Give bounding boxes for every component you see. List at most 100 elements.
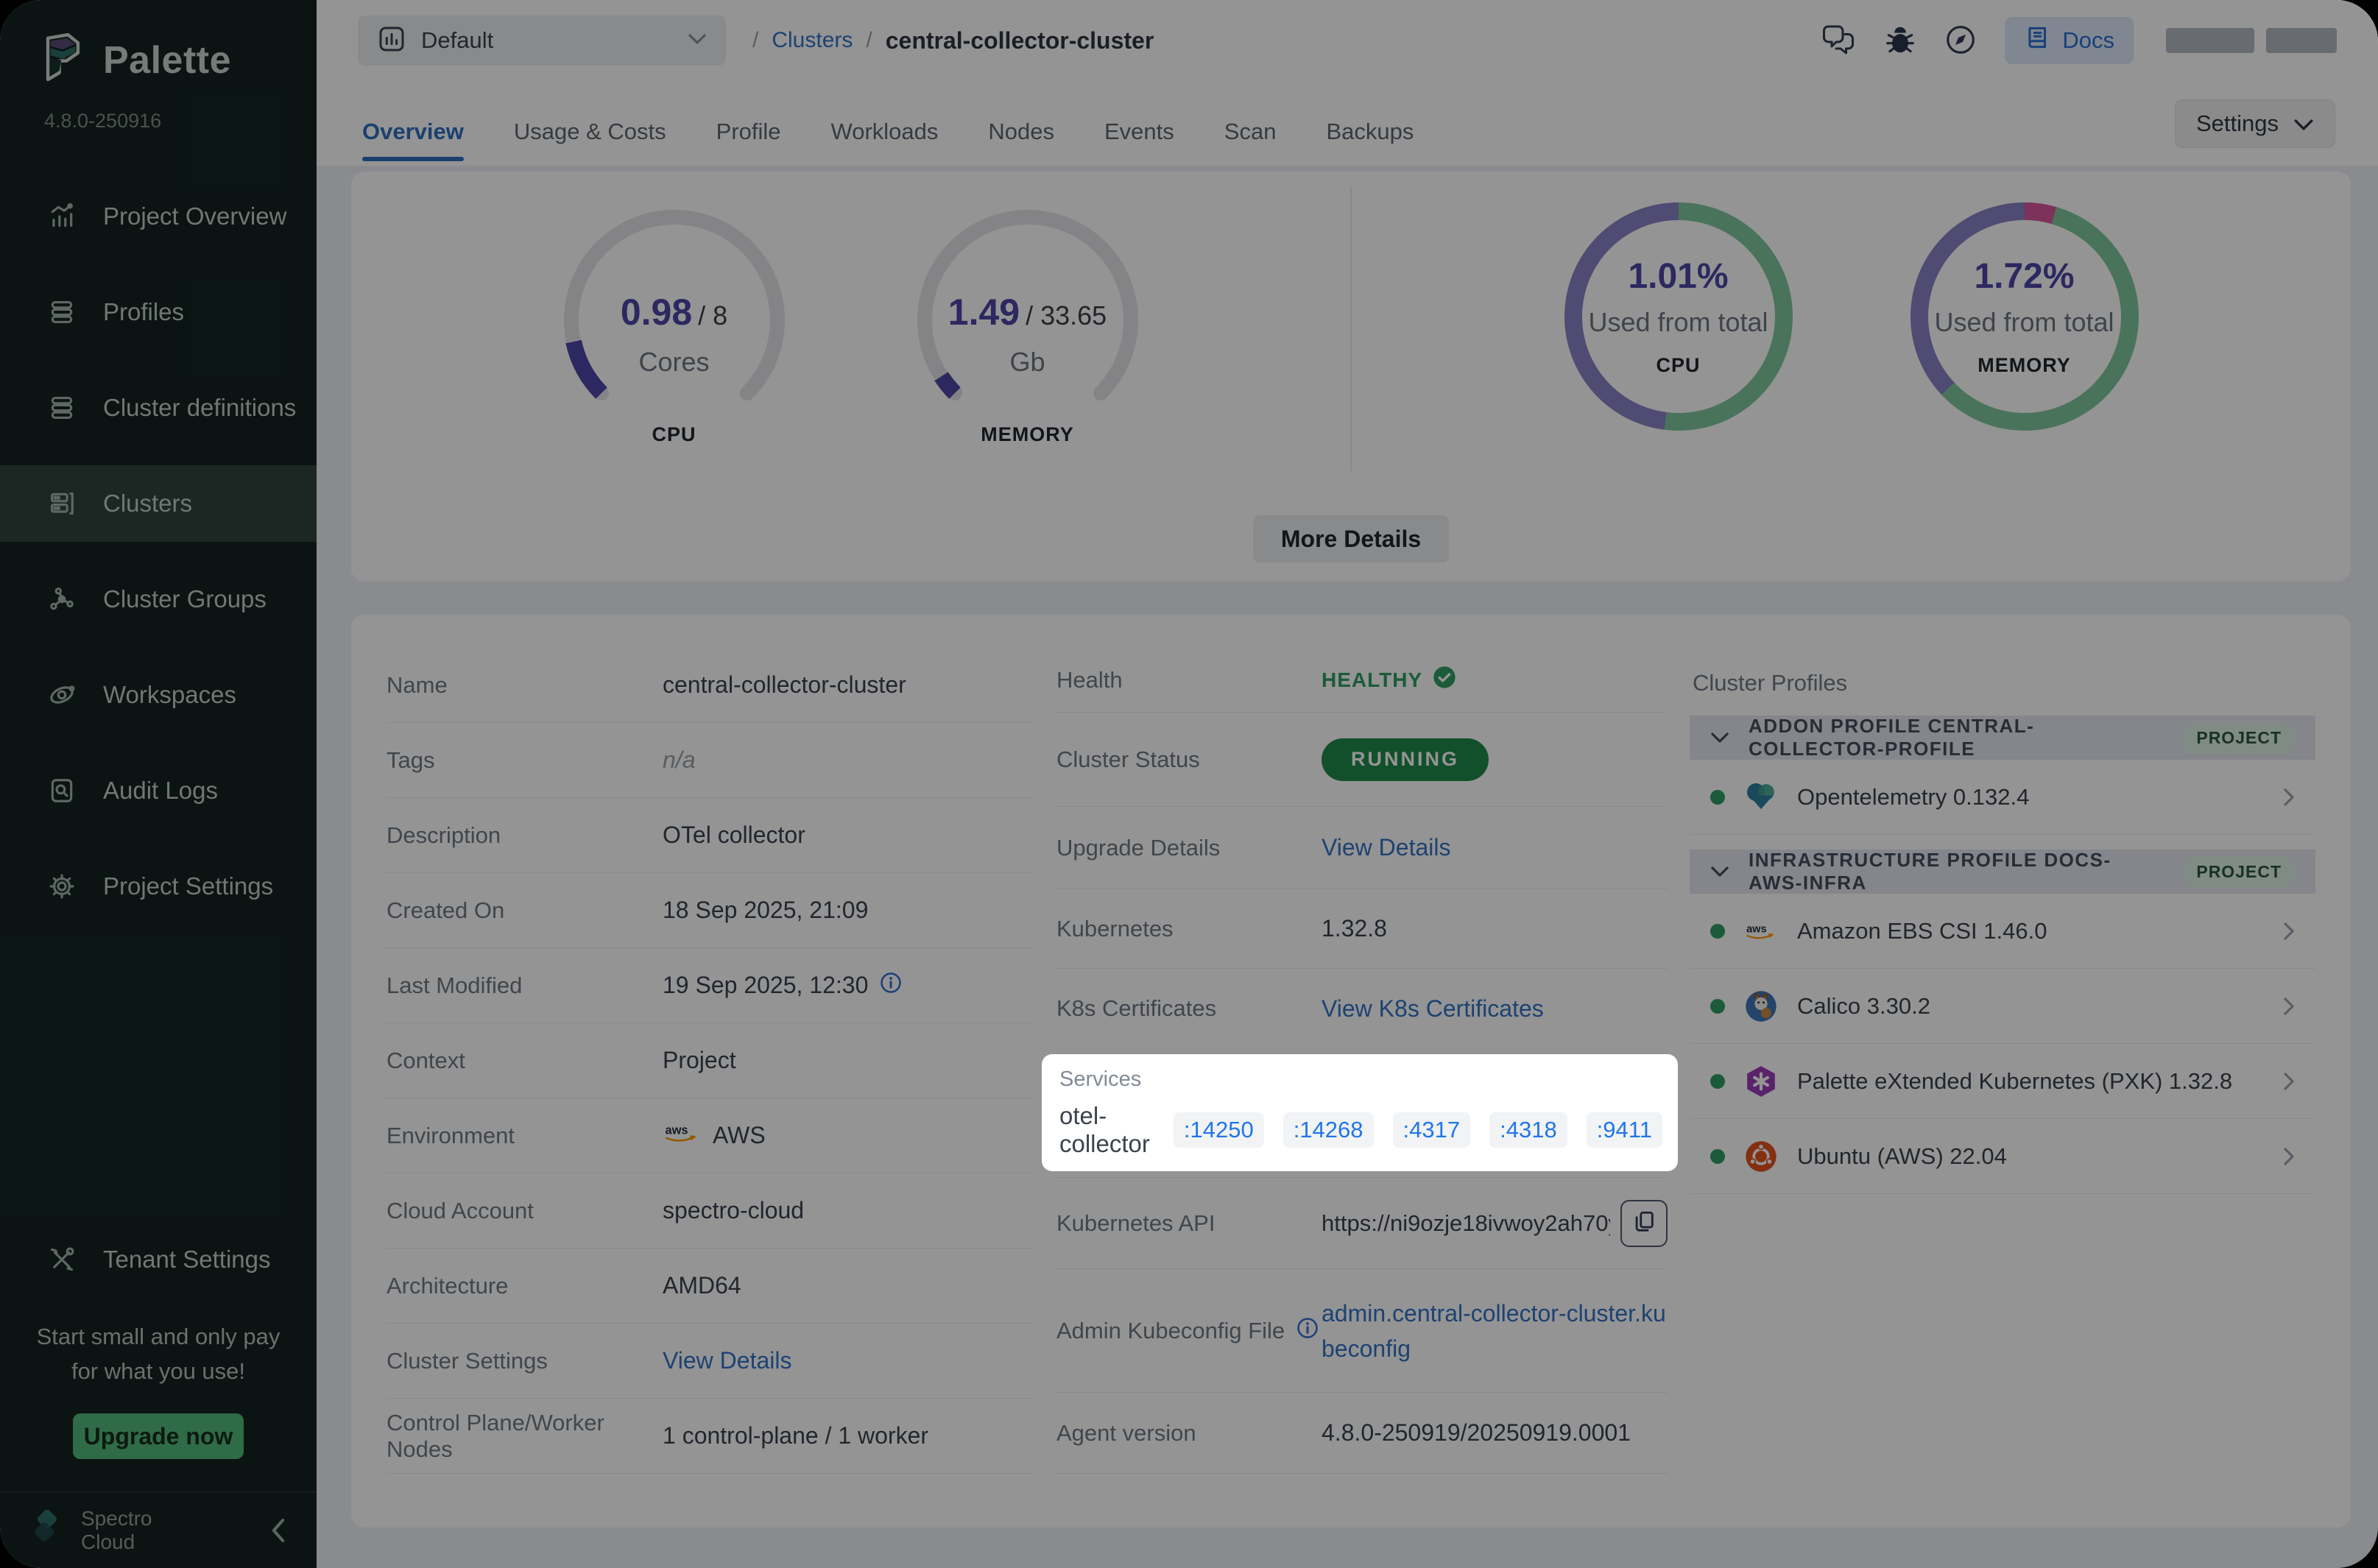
breadcrumb: / Clusters / central-collector-cluster: [752, 27, 1154, 54]
cpu-used-value: 0.98: [621, 292, 692, 333]
tab-backups[interactable]: Backups: [1326, 119, 1414, 166]
tab-nodes[interactable]: Nodes: [988, 119, 1054, 166]
tab-usage-costs[interactable]: Usage & Costs: [514, 119, 666, 166]
sidebar-item-tenant-settings[interactable]: Tenant Settings: [0, 1221, 317, 1298]
sidebar-item-audit-logs[interactable]: Audit Logs: [0, 752, 317, 829]
sidebar-item-cluster-groups[interactable]: Cluster Groups: [0, 561, 317, 638]
status-row-cluster-status: Cluster Status RUNNING: [1056, 713, 1668, 807]
sidebar-item-clusters[interactable]: Clusters: [0, 465, 317, 542]
addon-profile-group-header[interactable]: ADDON PROFILE CENTRAL-COLLECTOR-PROFILE …: [1690, 716, 2315, 760]
service-port-link[interactable]: :9411: [1587, 1112, 1662, 1148]
collapse-sidebar-chevron-icon[interactable]: [269, 1518, 287, 1543]
sidebar-item-label: Project Settings: [103, 872, 273, 900]
upgrade-now-button[interactable]: Upgrade now: [73, 1413, 244, 1459]
breadcrumb-current-cluster: central-collector-cluster: [886, 27, 1154, 54]
project-scope-selector[interactable]: Default: [358, 15, 726, 66]
status-dot-green: [1710, 1149, 1725, 1164]
tab-profile[interactable]: Profile: [716, 119, 781, 166]
cpu-used-percent: 1.01%: [1628, 256, 1728, 297]
sidebar: Palette 4.8.0-250916 Project Overview Pr…: [0, 0, 317, 1568]
tab-events[interactable]: Events: [1104, 119, 1174, 166]
docs-button[interactable]: Docs: [2005, 17, 2134, 64]
gear-icon: [46, 872, 78, 900]
detail-row-cluster-settings: Cluster Settings View Details: [387, 1324, 1034, 1399]
infra-profile-group-header[interactable]: INFRASTRUCTURE PROFILE DOCS-AWS-INFRA PR…: [1690, 850, 2315, 894]
more-details-button[interactable]: More Details: [1253, 515, 1449, 562]
detail-row-last-modified: Last Modified 19 Sep 2025, 12:30: [387, 948, 1034, 1023]
service-port-link[interactable]: :4317: [1393, 1112, 1471, 1148]
cluster-settings-view-details-link[interactable]: View Details: [663, 1347, 791, 1374]
services-spotlight: Services otel-collector :14250 :14268 :4…: [1042, 1054, 1678, 1171]
cpu-unit: Cores: [557, 347, 792, 378]
service-port-link[interactable]: :14250: [1174, 1112, 1264, 1148]
detail-row-description: Description OTel collector: [387, 798, 1034, 873]
report-bug-button[interactable]: [1884, 24, 1916, 58]
memory-gauge: 1.49/ 33.65 Gb MEMORY: [910, 202, 1146, 582]
breadcrumb-separator: /: [866, 28, 872, 53]
sidebar-spacer: [0, 925, 317, 1221]
sidebar-item-cluster-definitions[interactable]: Cluster definitions: [0, 370, 317, 446]
tab-workloads[interactable]: Workloads: [831, 119, 939, 166]
svg-text:aws: aws: [1746, 923, 1767, 935]
opentelemetry-logo-icon: [1744, 780, 1778, 814]
agent-version-value: 4.8.0-250919/20250919.0001: [1322, 1419, 1631, 1447]
sidebar-item-label: Clusters: [103, 490, 192, 518]
feedback-chat-button[interactable]: [1821, 24, 1856, 57]
project-scope-badge: PROJECT: [2183, 856, 2295, 888]
upgrade-view-details-link[interactable]: View Details: [1322, 834, 1450, 861]
sidebar-item-workspaces[interactable]: Workspaces: [0, 657, 317, 733]
profile-layer-amazon-ebs-csi[interactable]: aws Amazon EBS CSI 1.46.0: [1690, 894, 2315, 969]
sidebar-item-label: Workspaces: [103, 681, 236, 709]
chevron-right-icon: [2283, 1147, 2295, 1166]
sidebar-item-project-settings[interactable]: Project Settings: [0, 848, 317, 925]
settings-button[interactable]: Settings: [2175, 99, 2335, 148]
info-icon[interactable]: [1296, 1317, 1319, 1345]
status-dot-green: [1710, 924, 1725, 939]
view-k8s-certificates-link[interactable]: View K8s Certificates: [1322, 995, 1544, 1023]
profile-group-name: ADDON PROFILE CENTRAL-COLLECTOR-PROFILE: [1749, 715, 2164, 760]
aws-logo-icon: aws: [1744, 919, 1778, 943]
status-row-k8s-certificates: K8s Certificates View K8s Certificates: [1056, 969, 1668, 1048]
created-on-value: 18 Sep 2025, 21:09: [663, 897, 868, 924]
profile-layer-pxk[interactable]: Palette eXtended Kubernetes (PXK) 1.32.8: [1690, 1044, 2315, 1119]
running-status-badge[interactable]: RUNNING: [1322, 738, 1489, 781]
user-name-redacted[interactable]: [2166, 28, 2337, 53]
settings-label: Settings: [2196, 110, 2279, 137]
sidebar-item-project-overview[interactable]: Project Overview: [0, 178, 317, 255]
cpu-donut-caption: Used from total: [1588, 307, 1768, 338]
sidebar-footer: Spectro Cloud: [0, 1491, 317, 1568]
check-circle-icon: [1433, 665, 1456, 694]
service-port-link[interactable]: :4318: [1489, 1112, 1567, 1148]
bar-chart-icon: [46, 202, 78, 230]
chevron-right-icon: [2283, 922, 2295, 941]
status-dot-green: [1710, 790, 1725, 805]
explore-compass-button[interactable]: [1944, 24, 1977, 58]
allocation-gauges: 0.98/ 8 Cores CPU 1.49/ 33.65 Gb: [351, 172, 1350, 582]
tab-overview[interactable]: Overview: [362, 119, 464, 166]
chevron-right-icon: [2283, 1072, 2295, 1091]
memory-total-value: / 33.65: [1026, 300, 1107, 331]
profile-layer-calico[interactable]: Calico 3.30.2: [1690, 969, 2315, 1044]
sidebar-item-label: Profiles: [103, 298, 184, 326]
admin-kubeconfig-link[interactable]: admin.central-collector-cluster.kubeconf…: [1322, 1296, 1668, 1366]
context-value: Project: [663, 1047, 736, 1074]
tab-scan[interactable]: Scan: [1224, 119, 1277, 166]
description-value: OTel collector: [663, 822, 805, 849]
status-row-kubernetes: Kubernetes 1.32.8: [1056, 889, 1668, 969]
breadcrumb-clusters-link[interactable]: Clusters: [772, 28, 853, 53]
service-port-link[interactable]: :14268: [1283, 1112, 1374, 1148]
book-icon: [2024, 24, 2052, 57]
info-icon[interactable]: [880, 972, 902, 1000]
promo-line-2: for what you use!: [0, 1355, 317, 1389]
profile-layer-ubuntu[interactable]: Ubuntu (AWS) 22.04: [1690, 1119, 2315, 1194]
cpu-total-value: / 8: [698, 300, 727, 331]
memory-gauge-value: 1.49/ 33.65 Gb: [910, 291, 1146, 378]
profile-layer-opentelemetry[interactable]: Opentelemetry 0.132.4: [1690, 760, 2315, 835]
chevron-right-icon: [2283, 997, 2295, 1016]
control-plane-worker-value: 1 control-plane / 1 worker: [663, 1422, 928, 1449]
top-bar-actions: Docs: [1821, 17, 2337, 64]
sidebar-item-profiles[interactable]: Profiles: [0, 274, 317, 350]
copy-api-url-button[interactable]: [1620, 1200, 1668, 1247]
cluster-details-card: Name central-collector-cluster Tags n/a …: [351, 615, 2351, 1528]
detail-row-environment: Environment aws AWS: [387, 1098, 1034, 1173]
